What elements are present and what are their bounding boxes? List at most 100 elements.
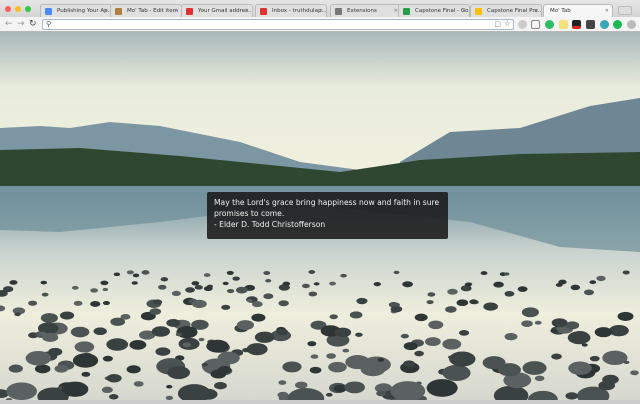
tab-close-icon[interactable]: ✕ (534, 8, 538, 14)
rock (426, 379, 458, 397)
rock (251, 301, 263, 308)
rock (521, 307, 539, 318)
rock (106, 338, 129, 351)
rock (282, 361, 302, 373)
rock (41, 292, 49, 297)
rock (282, 281, 291, 286)
rock (551, 318, 568, 328)
rock (54, 364, 69, 373)
rock (102, 355, 113, 362)
tab-close-icon[interactable]: ✕ (605, 8, 609, 14)
address-input[interactable] (55, 20, 495, 29)
rock (329, 281, 336, 286)
tab-title: Mo' Tab - Edit item (127, 8, 178, 14)
rock (201, 362, 208, 367)
tab[interactable]: Publishing Your Ap... ✕ (40, 4, 112, 17)
rock (226, 270, 234, 275)
rock (373, 282, 381, 287)
slides-icon (475, 8, 482, 15)
rock (102, 301, 110, 306)
tab[interactable]: Mo' Tab ✕ (543, 4, 613, 17)
rock (392, 302, 400, 307)
grid-icon[interactable] (586, 20, 595, 29)
back-button[interactable]: ← (5, 19, 13, 29)
rock (442, 364, 471, 382)
rock (133, 381, 144, 387)
rock (469, 299, 478, 305)
rock (565, 392, 579, 400)
rock (308, 270, 316, 274)
rock (278, 300, 289, 307)
extension-icon[interactable] (518, 20, 527, 29)
tab[interactable]: Your Gmail addres... ✕ (181, 4, 253, 17)
rock (589, 280, 597, 285)
rock (376, 390, 387, 397)
rock (522, 361, 547, 375)
tab-close-icon[interactable]: ✕ (462, 8, 466, 14)
tab[interactable]: Extensions ✕ (330, 4, 402, 17)
rock (59, 311, 75, 320)
tab[interactable]: Inbox - truthdulap... ✕ (255, 4, 327, 17)
rock (426, 300, 434, 305)
rock (329, 314, 338, 320)
rock (449, 351, 476, 367)
rock (226, 288, 235, 294)
rock (428, 320, 444, 330)
rock (504, 290, 515, 297)
notes-icon[interactable] (559, 20, 568, 29)
tab-close-icon[interactable]: ✕ (319, 8, 323, 14)
incognito-icon[interactable] (572, 20, 581, 29)
tab[interactable]: Mo' Tab - Edit item ✕ (110, 4, 182, 17)
rock (345, 355, 370, 370)
rock (40, 313, 58, 323)
cast-icon[interactable] (531, 20, 540, 29)
check-icon[interactable] (613, 20, 622, 29)
rock (567, 331, 591, 345)
reload-button[interactable]: ↻ (29, 19, 37, 29)
rock (517, 286, 528, 292)
evernote-icon[interactable] (545, 20, 554, 29)
rock (153, 299, 163, 305)
close-window-button[interactable] (5, 6, 11, 12)
rock (246, 298, 253, 303)
rock (550, 328, 558, 334)
rock (313, 282, 320, 286)
zoom-window-button[interactable] (25, 6, 31, 12)
tab[interactable]: Capstone Final - Go... ✕ (398, 4, 470, 17)
rock (349, 311, 363, 319)
rock (414, 350, 424, 357)
rock (126, 365, 141, 374)
tool-icon[interactable] (600, 20, 609, 29)
rock (333, 384, 347, 393)
rock (155, 347, 171, 356)
rock (40, 280, 48, 285)
rock (235, 286, 248, 294)
tab[interactable]: Capstone Final Pre... ✕ (470, 4, 542, 17)
rock (141, 270, 150, 275)
menu-icon[interactable] (627, 20, 636, 29)
rock (309, 366, 322, 374)
rock (622, 270, 630, 275)
rock (34, 364, 51, 374)
tab-close-icon[interactable]: ✕ (104, 8, 108, 14)
rock (602, 350, 628, 366)
minimize-window-button[interactable] (15, 6, 21, 12)
rock (73, 300, 83, 306)
rock (108, 394, 119, 400)
rock (403, 360, 416, 368)
tab-close-icon[interactable]: ✕ (174, 8, 178, 14)
tab-close-icon[interactable]: ✕ (245, 8, 249, 14)
rock (325, 392, 333, 397)
bookmark-star-icon[interactable]: ☆ (504, 19, 511, 28)
rock (570, 284, 581, 291)
new-tab-button[interactable] (618, 6, 632, 15)
rock (175, 332, 183, 337)
rock (185, 287, 195, 293)
rock (534, 320, 542, 325)
rock (93, 327, 107, 336)
rock (192, 299, 207, 309)
rock (442, 338, 462, 350)
page-action-icon[interactable]: □ (494, 20, 501, 28)
forward-button[interactable]: → (17, 19, 25, 29)
address-bar[interactable]: ⚲ □ ☆ (42, 19, 514, 30)
